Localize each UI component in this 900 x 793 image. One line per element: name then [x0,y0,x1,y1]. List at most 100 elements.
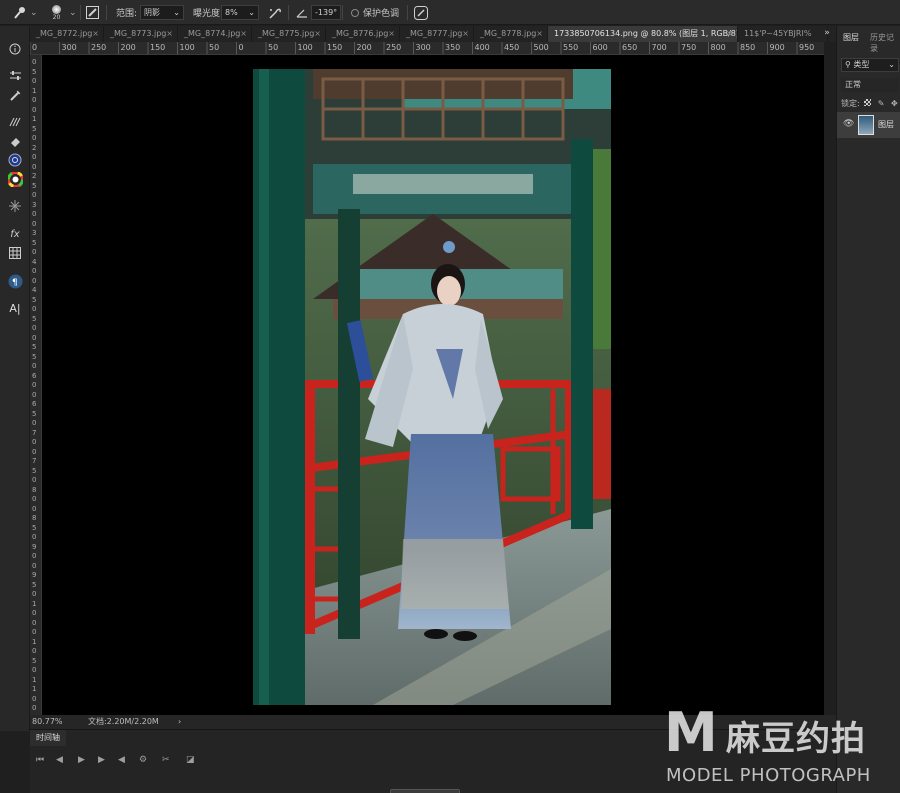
create-timeline-button[interactable] [390,789,460,793]
eye-icon[interactable]: 👁 [843,119,854,129]
ruler-label: 850 [740,43,756,52]
ruler-digit: 1 [32,115,37,123]
protect-tones-checkbox[interactable]: 保护色调 [351,0,399,25]
close-icon[interactable]: × [166,26,173,42]
lock-position-icon[interactable]: ✥ [891,99,898,108]
dodge-tool-icon[interactable] [13,0,27,25]
scissors-icon[interactable]: ✂ [162,755,170,765]
close-icon[interactable]: × [92,26,99,42]
brush-strokes-icon[interactable] [6,112,24,130]
angle-value[interactable]: -139° [311,5,341,20]
ruler-digit: 1 [32,685,37,693]
lock-pixels-icon[interactable]: ✎ [878,99,885,108]
close-icon[interactable]: × [536,26,543,42]
ruler-digit: 0 [32,105,37,114]
exposure-value: 8% [225,8,238,17]
ruler-label: 250 [91,43,107,52]
zoom-level[interactable]: 80.77% [32,715,63,729]
grid-icon[interactable] [6,244,24,262]
tab-document[interactable]: _MG_8772.jpg × [30,26,104,42]
ruler-digit: 0 [32,495,37,503]
blend-mode-value: 正常 [845,80,861,89]
ruler-digit: 0 [32,58,37,66]
paragraph-icon[interactable]: ¶ [6,272,24,290]
status-menu-arrow-icon[interactable]: › [178,715,181,729]
close-icon[interactable]: × [462,26,469,42]
ruler-label: 100 [179,43,195,52]
tab-document[interactable]: _MG_8777.jpg × [400,26,474,42]
exposure-input[interactable]: 8% ⌄ [221,0,259,25]
blue-circle-icon[interactable] [6,151,24,169]
vertical-ruler: 0501001502002503003504004505005506006507… [30,55,42,715]
range-label: 范围: [116,9,138,19]
tab-label: _MG_8772.jpg [36,29,93,38]
tab-label: _MG_8773.jpg [110,29,167,38]
lock-transparent-icon[interactable] [864,99,872,106]
close-icon[interactable]: × [314,26,321,42]
play-icon[interactable]: ▶ [78,755,85,765]
ruler-digit: 7 [32,428,37,437]
tab-document[interactable]: _MG_8776.jpg × [326,26,400,42]
ruler-digit: 0 [32,438,37,446]
timeline-tab[interactable]: 时间轴 [30,730,66,746]
transition-icon[interactable]: ◪ [186,755,195,765]
paint-bucket-icon[interactable] [6,132,24,150]
tab-document[interactable]: 11$'P~45YBJRI% [738,26,828,42]
tab-document[interactable]: _MG_8774.jpg × [178,26,252,42]
ruler-digit: 0 [32,419,37,427]
ruler-digit: 0 [32,191,37,199]
layer-filter-select[interactable]: ⚲ 类型 ⌄ [841,58,899,72]
info-icon[interactable] [6,40,24,58]
brush-dropdown-icon[interactable]: ⌄ [69,0,77,25]
previous-frame-icon[interactable]: ◀ [56,755,63,765]
adjustments-icon[interactable] [6,66,24,84]
chevron-down-icon: ⌄ [888,60,895,69]
brush-preset-picker[interactable]: 20 [52,0,61,25]
tab-document[interactable]: _MG_8773.jpg × [104,26,178,42]
next-frame-icon[interactable]: ▶ [98,755,105,765]
ruler-digit: 0 [32,618,37,627]
ruler-label: 500 [533,43,549,52]
audio-icon[interactable]: ◀ [118,755,125,765]
range-select-field[interactable]: 阴影 ⌄ [140,5,184,20]
exposure-field[interactable]: 8% ⌄ [221,5,259,20]
tool-preset-dropdown-icon[interactable]: ⌄ [30,0,38,25]
settings-gear-icon[interactable]: ⚙ [139,755,147,765]
photoshop-window: ⌄ 20 ⌄ 范围: 阴影 ⌄ 曝光度: 8% ⌄ -139° 保护色调 fx … [0,0,900,793]
pressure-size-icon[interactable] [414,0,428,25]
tab-document[interactable]: 1733850706134.png @ 80.8% (图层 1, RGB/8) … [548,26,738,42]
tab-document[interactable]: _MG_8778.jpg × [474,26,548,42]
ruler-digit: 0 [32,552,37,560]
airbrush-icon[interactable] [268,0,282,25]
document-photo[interactable] [253,69,611,705]
angle-input[interactable]: -139° [311,0,341,25]
close-icon[interactable]: × [240,26,247,42]
blend-mode-select[interactable]: 正常 [841,78,899,92]
layer-row[interactable]: 👁 图层 [837,112,900,138]
checkbox-icon[interactable] [351,8,359,17]
svg-text:¶: ¶ [12,278,18,288]
tab-layers[interactable]: 图层 [843,32,859,43]
first-frame-icon[interactable]: ⏮ [36,755,44,765]
tab-document[interactable]: _MG_8775.jpg × [252,26,326,42]
brush-settings-icon[interactable] [86,0,99,25]
ruler-label: 650 [622,43,638,52]
range-select[interactable]: 阴影 ⌄ [140,0,184,25]
brush-adjust-icon[interactable] [6,86,24,104]
layer-thumbnail [858,115,874,135]
color-wheel-icon[interactable] [6,170,24,188]
sparkle-icon[interactable] [6,197,24,215]
close-icon[interactable]: × [726,26,733,42]
tab-overflow-button[interactable]: » [818,26,836,42]
fx-icon[interactable]: fx [6,225,24,243]
ruler-digit: 0 [32,305,37,313]
ruler-label: 0 [238,43,244,52]
ruler-digit: 4 [32,286,37,294]
tab-history[interactable]: 历史记录 [870,32,900,54]
close-icon[interactable]: × [388,26,395,42]
ruler-label: 900 [769,43,785,52]
character-icon[interactable]: A| [6,299,24,317]
chevron-down-icon: ⌄ [248,8,255,17]
ruler-digit: 0 [32,219,37,228]
ruler-digit: 0 [32,96,37,104]
